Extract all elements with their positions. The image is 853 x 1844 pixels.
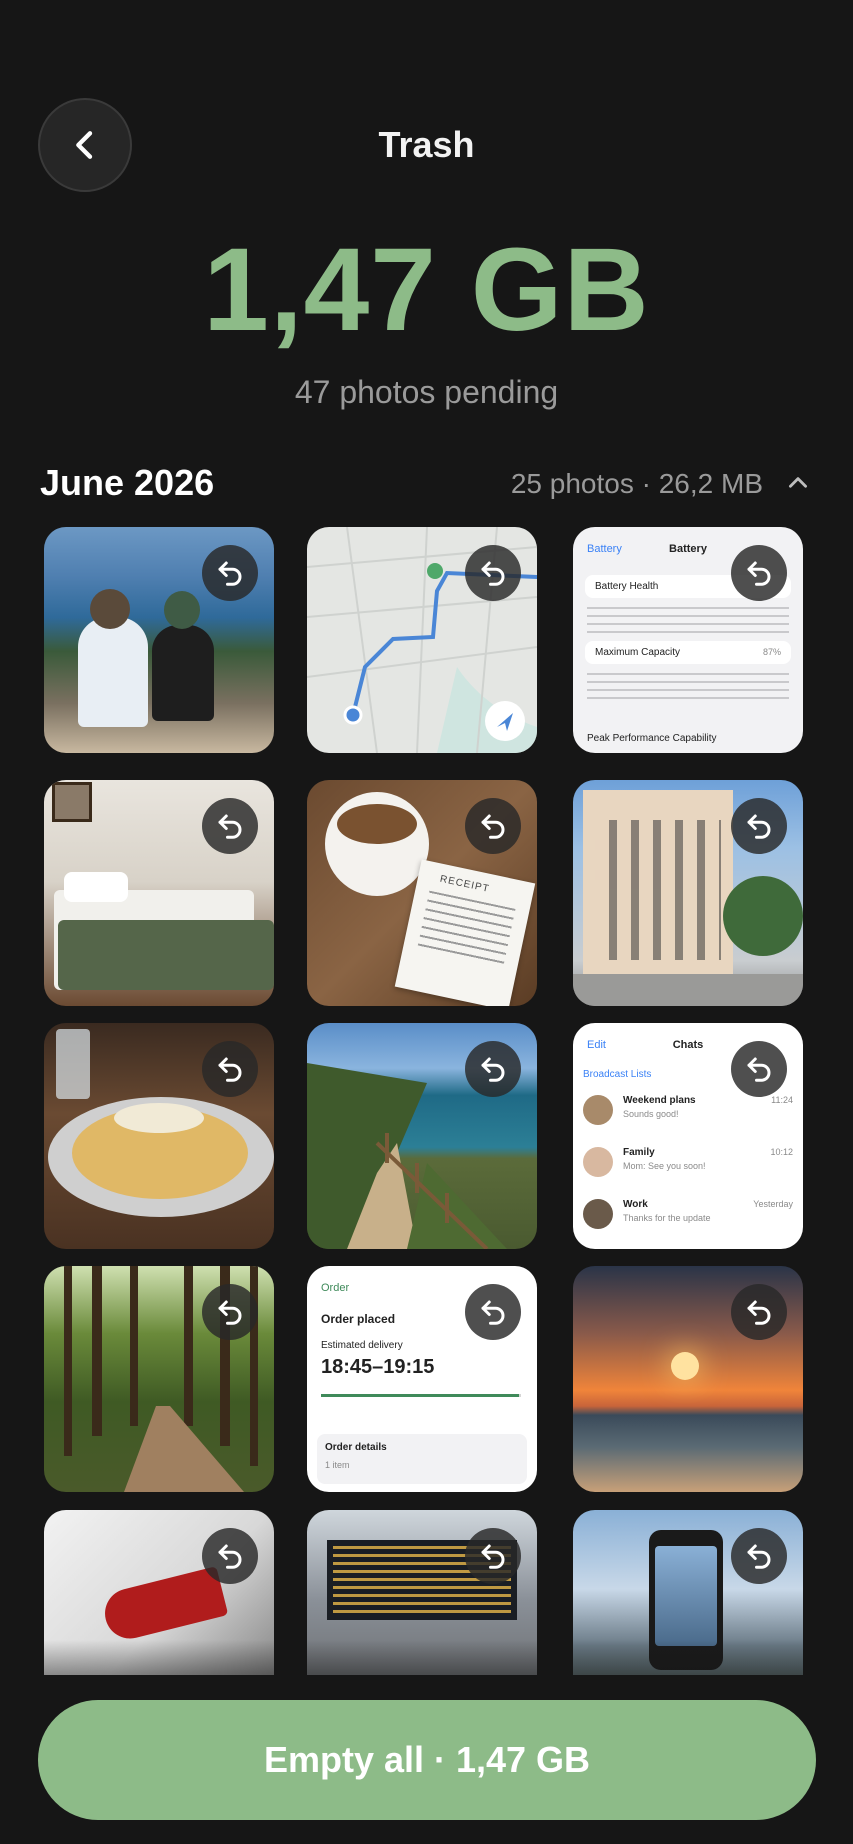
total-size: 1,47 GB (203, 224, 650, 356)
restore-button[interactable] (202, 1284, 258, 1340)
restore-button[interactable] (731, 1041, 787, 1097)
estimated-label: Estimated delivery (321, 1340, 403, 1351)
row-label: Maximum Capacity (595, 647, 681, 658)
collapse-button[interactable] (783, 468, 813, 498)
section-meta: 25 photos · 26,2 MB (510, 468, 763, 499)
restore-button[interactable] (731, 1528, 787, 1584)
trash-screen: Trash 1,47 GB 47 photos pending June 202… (0, 0, 853, 1844)
photo-tile[interactable]: Battery Battery Battery Health Maximum C… (573, 527, 803, 753)
photo-tile[interactable] (573, 780, 803, 1006)
photo-grid: Battery Battery Battery Health Maximum C… (44, 527, 804, 1675)
page-title: Trash (378, 124, 475, 165)
chat-message: Sounds good! (623, 1109, 679, 1119)
row-label: Peak Performance Capability (587, 733, 717, 744)
restore-button[interactable] (202, 1041, 258, 1097)
row-label: Battery Health (595, 581, 659, 592)
empty-all-button[interactable]: Empty all · 1,47 GB (38, 1700, 816, 1820)
blurred-text (587, 607, 789, 635)
item-count: 1 item (325, 1460, 350, 1470)
photo-tile[interactable] (307, 527, 537, 753)
chat-message: Thanks for the update (623, 1213, 711, 1223)
restore-button[interactable] (202, 1528, 258, 1584)
chat-time: 10:12 (770, 1147, 793, 1157)
restore-button[interactable] (465, 1528, 521, 1584)
restore-button[interactable] (465, 1041, 521, 1097)
settings-row: Maximum Capacity 87% (585, 641, 791, 664)
chat-message: Mom: See you soon! (623, 1161, 706, 1171)
restore-button[interactable] (731, 1284, 787, 1340)
photo-tile[interactable] (44, 780, 274, 1006)
photo-tile[interactable]: Order Order placed Estimated delivery 18… (307, 1266, 537, 1492)
undo-icon (218, 561, 242, 586)
details-card: Order details 1 item (317, 1434, 527, 1484)
undo-icon (481, 1300, 505, 1325)
undo-icon (747, 1300, 771, 1325)
undo-icon (218, 814, 242, 839)
restore-button[interactable] (465, 798, 521, 854)
section-title: June 2026 (40, 462, 215, 503)
row-value: 87% (762, 647, 781, 657)
restore-button[interactable] (731, 798, 787, 854)
photo-tile[interactable] (44, 527, 274, 753)
undo-icon (747, 561, 771, 586)
avatar (583, 1095, 613, 1125)
undo-icon (481, 814, 505, 839)
restore-button[interactable] (465, 1284, 521, 1340)
photo-tile[interactable] (573, 1266, 803, 1492)
avatar (583, 1147, 613, 1177)
restore-button[interactable] (731, 545, 787, 601)
details-title: Order details (325, 1442, 387, 1453)
photo-tile[interactable] (44, 1023, 274, 1249)
photo-tile[interactable] (44, 1266, 274, 1492)
undo-icon (747, 814, 771, 839)
pending-count: 47 photos pending (294, 374, 559, 410)
restore-button[interactable] (202, 798, 258, 854)
chat-name: Work (623, 1199, 648, 1210)
progress-fill (321, 1394, 519, 1397)
order-status: Order placed (321, 1312, 396, 1326)
avatar (583, 1199, 613, 1229)
undo-icon (481, 1544, 505, 1569)
chat-name: Weekend plans (623, 1095, 696, 1106)
undo-icon (481, 1057, 505, 1082)
chat-time: Yesterday (753, 1199, 793, 1209)
chevron-up-icon (789, 477, 807, 488)
delivery-window: 18:45–19:15 (321, 1356, 435, 1378)
undo-icon (218, 1300, 242, 1325)
undo-icon (218, 1057, 242, 1082)
chat-name: Family (623, 1147, 655, 1158)
undo-icon (747, 1544, 771, 1569)
undo-icon (747, 1057, 771, 1082)
photo-tile[interactable] (307, 1023, 537, 1249)
broadcast-link: Broadcast Lists (583, 1069, 652, 1080)
blurred-text (587, 673, 789, 701)
photo-tile[interactable]: Edit Chats Broadcast Lists Weekend plans… (573, 1023, 803, 1249)
photo-tile[interactable]: RECEIPT (307, 780, 537, 1006)
undo-icon (481, 561, 505, 586)
undo-icon (218, 1544, 242, 1569)
back-link: Order (321, 1282, 350, 1294)
restore-button[interactable] (202, 545, 258, 601)
chat-time: 11:24 (771, 1095, 793, 1105)
restore-button[interactable] (465, 545, 521, 601)
